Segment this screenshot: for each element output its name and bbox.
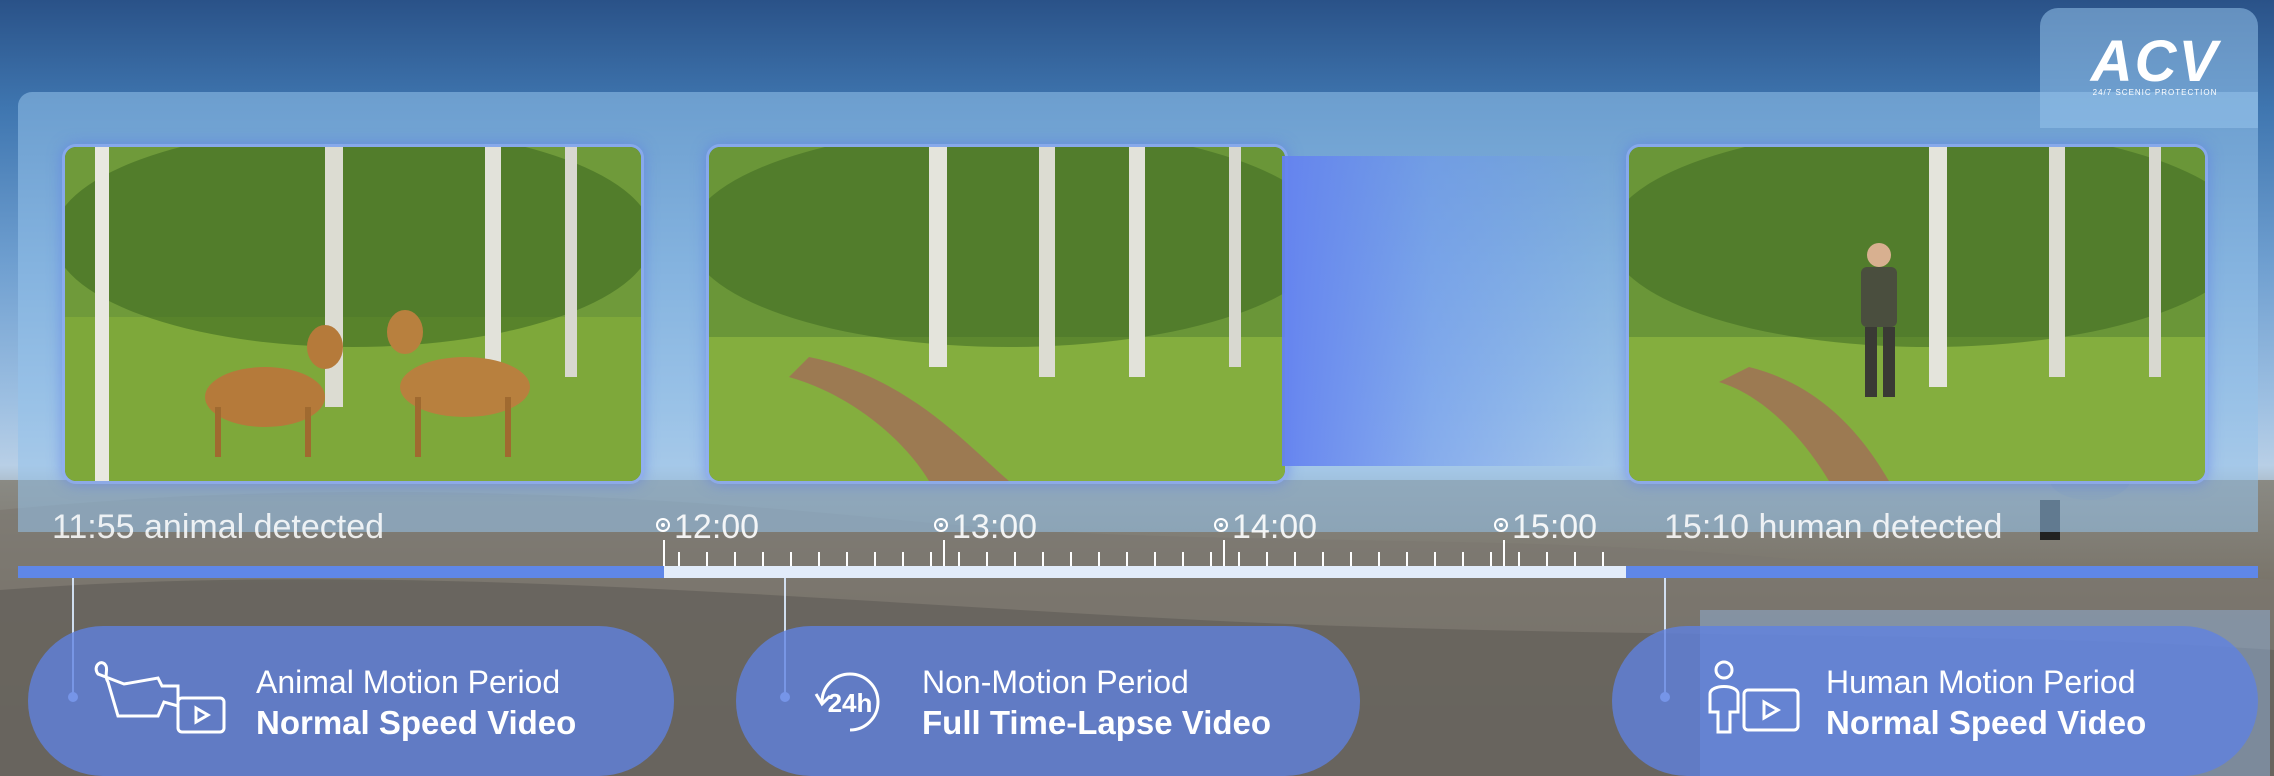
minor-tick	[986, 552, 988, 566]
24h-icon: 24h	[814, 672, 880, 732]
non-motion-thumbnail[interactable]	[706, 144, 1288, 484]
minor-tick	[874, 552, 876, 566]
minor-tick	[734, 552, 736, 566]
animal-period-title: Animal Motion Period	[256, 664, 561, 700]
minor-tick	[1602, 552, 1604, 566]
minor-tick	[1350, 552, 1352, 566]
hiker-forest-image	[1629, 147, 2205, 481]
timeline-timelapse-segment	[664, 566, 1626, 578]
minor-tick	[1098, 552, 1100, 566]
minor-tick	[1490, 552, 1492, 566]
animal-detected-label: 11:55 animal detected	[52, 508, 385, 546]
animal-detection-thumbnail[interactable]	[62, 144, 644, 484]
cat-video-icon	[94, 661, 226, 734]
forest-path-image	[709, 147, 1285, 481]
minor-tick	[1154, 552, 1156, 566]
minor-tick	[1406, 552, 1408, 566]
human-detected-label: 15:10 human detected	[1664, 508, 2003, 546]
minor-tick	[706, 552, 708, 566]
minor-tick	[1210, 552, 1212, 566]
minor-tick	[1322, 552, 1324, 566]
minor-tick	[1434, 552, 1436, 566]
non-motion-period-subtitle: Full Time-Lapse Video	[922, 704, 1272, 741]
human-detection-thumbnail[interactable]	[1626, 144, 2208, 484]
time-lapse-fade	[1282, 156, 1612, 466]
tick-dot	[1214, 518, 1228, 532]
minor-tick	[818, 552, 820, 566]
brand-tagline: 24/7 SCENIC PROTECTION	[2092, 88, 2218, 97]
minor-tick	[930, 552, 932, 566]
non-motion-period-title: Non-Motion Period	[922, 664, 1189, 700]
minor-tick	[1574, 552, 1576, 566]
tick-dot	[656, 518, 670, 532]
tick-dot	[1494, 518, 1508, 532]
minor-tick	[1462, 552, 1464, 566]
minor-tick	[958, 552, 960, 566]
timeline-animal-segment	[18, 566, 664, 578]
major-tick	[943, 540, 945, 566]
tick-label-1300: 13:00	[952, 508, 1038, 546]
tick-label-1200: 12:00	[674, 508, 760, 546]
minor-tick	[762, 552, 764, 566]
deer-forest-image	[65, 147, 641, 481]
minor-tick	[846, 552, 848, 566]
minor-tick	[1518, 552, 1520, 566]
minor-tick	[1238, 552, 1240, 566]
minor-tick	[1294, 552, 1296, 566]
minor-tick	[1042, 552, 1044, 566]
minor-tick	[790, 552, 792, 566]
svg-text:24h: 24h	[828, 688, 873, 718]
human-period-subtitle: Normal Speed Video	[1826, 704, 2147, 741]
tick-label-1500: 15:00	[1512, 508, 1598, 546]
major-tick	[1503, 540, 1505, 566]
animal-period-subtitle: Normal Speed Video	[256, 704, 577, 741]
minor-tick	[1014, 552, 1016, 566]
major-tick	[1223, 540, 1225, 566]
minor-tick	[1182, 552, 1184, 566]
minor-tick	[1378, 552, 1380, 566]
major-tick	[663, 540, 665, 566]
minor-tick	[1126, 552, 1128, 566]
minor-tick	[902, 552, 904, 566]
tick-dot	[934, 518, 948, 532]
minor-tick	[1266, 552, 1268, 566]
brand-logo: ACV	[2090, 29, 2220, 94]
tick-label-1400: 14:00	[1232, 508, 1318, 546]
human-period-title: Human Motion Period	[1826, 664, 2136, 700]
minor-tick	[1546, 552, 1548, 566]
minor-tick	[678, 552, 680, 566]
timeline-human-segment	[1626, 566, 2258, 578]
minor-tick	[1070, 552, 1072, 566]
person-video-icon	[1708, 660, 1800, 734]
